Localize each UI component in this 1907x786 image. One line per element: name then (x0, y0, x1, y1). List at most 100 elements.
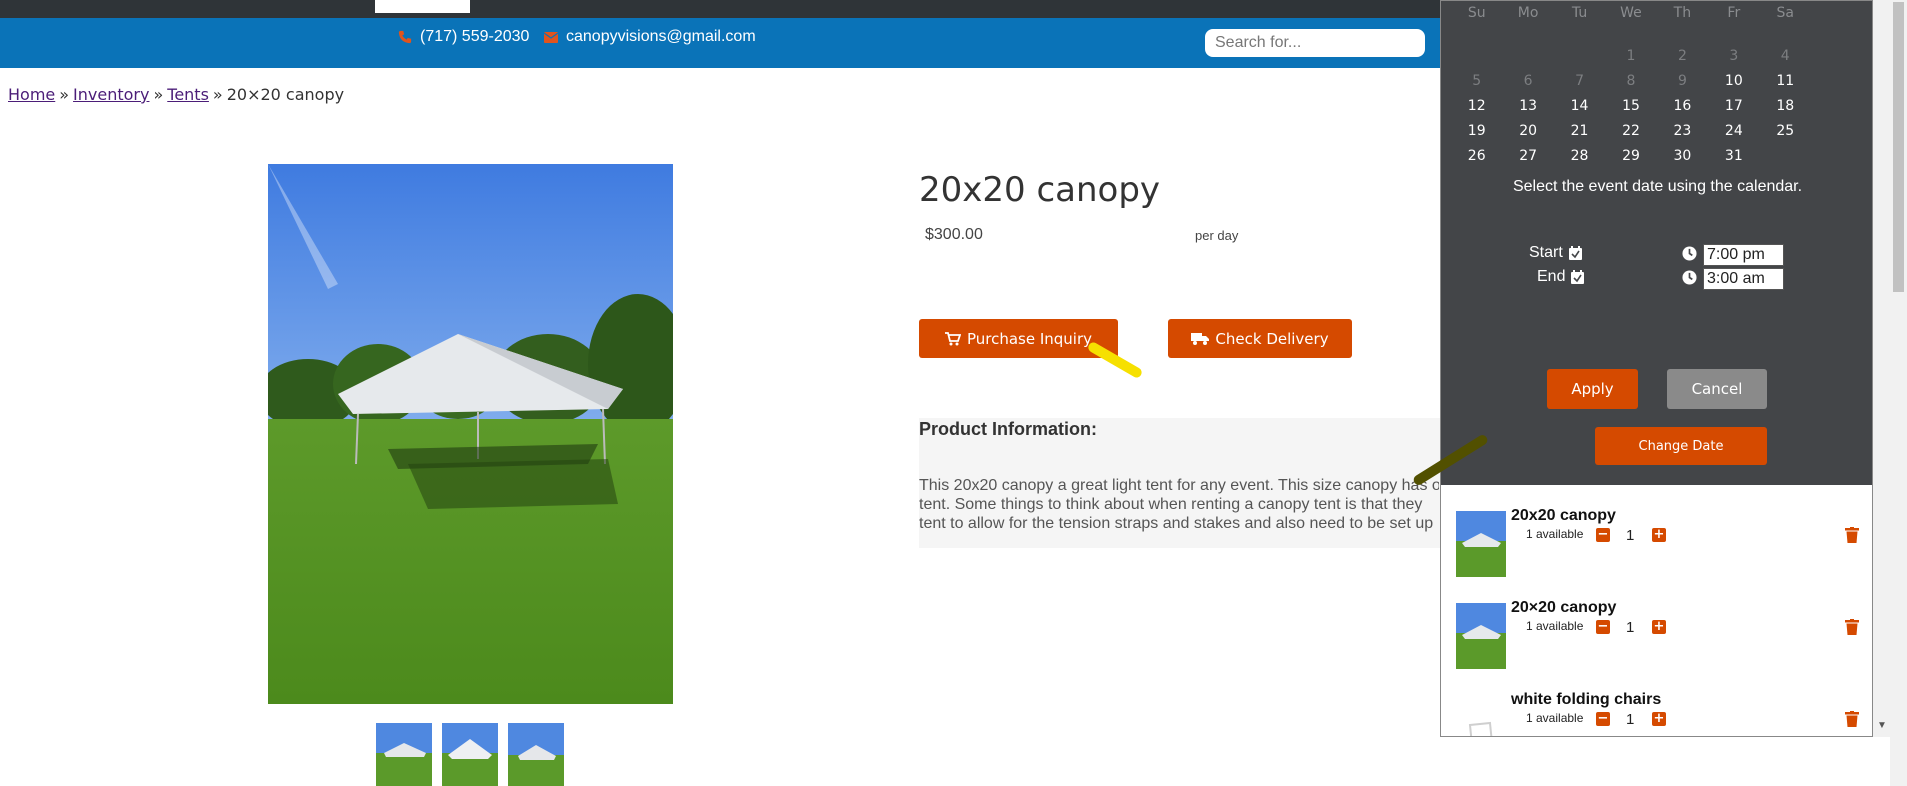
calendar-day[interactable]: 26 (1451, 148, 1502, 164)
tent-thumbnail-icon (1456, 603, 1506, 669)
product-thumbnail[interactable] (442, 723, 498, 786)
calendar-day[interactable]: 16 (1657, 98, 1708, 114)
end-label: End (1537, 268, 1585, 286)
clock-icon (1682, 246, 1697, 261)
breadcrumb-inventory[interactable]: Inventory (73, 85, 149, 104)
trash-icon[interactable] (1845, 527, 1859, 543)
calendar-day[interactable]: 28 (1554, 148, 1605, 164)
calendar-day[interactable]: 23 (1657, 123, 1708, 139)
description-line: tent. Some things to think about when re… (919, 496, 1423, 513)
price-unit: per day (1195, 228, 1239, 243)
product-title: 20x20 canopy (919, 170, 1161, 210)
start-label: Start (1529, 244, 1582, 262)
calendar-check-icon[interactable] (1568, 246, 1582, 260)
calendar-day[interactable]: 14 (1554, 98, 1605, 114)
calendar-day[interactable]: 17 (1708, 98, 1759, 114)
trash-icon[interactable] (1845, 619, 1859, 635)
email-contact[interactable]: canopyvisions@gmail.com (544, 28, 756, 46)
calendar-day: 8 (1626, 72, 1636, 89)
cart-item: white folding chairs 1 available − 1 + (1441, 669, 1872, 736)
calendar-day[interactable]: 24 (1708, 123, 1759, 139)
calendar-day: 3 (1729, 47, 1739, 64)
calendar-day[interactable]: 21 (1554, 123, 1605, 139)
calendar-day[interactable]: 31 (1708, 148, 1759, 164)
check-delivery-label: Check Delivery (1215, 329, 1329, 348)
calendar-day[interactable]: 11 (1760, 73, 1811, 89)
decrease-quantity-button[interactable]: − (1596, 712, 1610, 726)
truck-icon (1191, 333, 1210, 345)
calendar-day[interactable]: 27 (1502, 148, 1553, 164)
cart-item-name: 20×20 canopy (1511, 599, 1617, 616)
calendar-day[interactable]: 22 (1605, 123, 1656, 139)
cart-item-quantity[interactable]: 1 (1626, 527, 1634, 544)
cancel-button[interactable]: Cancel (1667, 369, 1767, 409)
breadcrumb-separator: » (212, 85, 223, 104)
cart-item-availability: 1 available (1526, 527, 1584, 541)
calendar-day[interactable]: 29 (1605, 148, 1656, 164)
search-input[interactable] (1205, 29, 1425, 57)
cart-item-name: 20x20 canopy (1511, 507, 1616, 524)
email-address: canopyvisions@gmail.com (566, 28, 756, 45)
description-line: tent to allow for the tension straps and… (919, 515, 1434, 532)
product-thumbnail[interactable] (508, 723, 564, 786)
calendar-week-row: 1 2 3 4 (1451, 43, 1811, 68)
product-thumbnail[interactable] (376, 723, 432, 786)
decrease-quantity-button[interactable]: − (1596, 620, 1610, 634)
cart-item-availability: 1 available (1526, 711, 1584, 725)
envelope-icon (544, 31, 558, 43)
breadcrumb-separator: » (59, 85, 70, 104)
purchase-inquiry-button[interactable]: Purchase Inquiry (919, 319, 1118, 358)
breadcrumb-tents[interactable]: Tents (167, 85, 209, 104)
date-picker-pane: Su Mo Tu We Th Fr Sa 1 2 3 4 5 6 7 8 9 10 11 12 13 14 15 16 17… (1441, 1, 1872, 485)
product-thumbnails (376, 723, 564, 786)
phone-number: (717) 559-2030 (420, 28, 530, 45)
calendar-day[interactable]: 15 (1605, 98, 1656, 114)
phone-icon (398, 30, 412, 44)
increase-quantity-button[interactable]: + (1652, 712, 1666, 726)
calendar-day: 1 (1626, 47, 1636, 64)
calendar-day[interactable]: 12 (1451, 98, 1502, 114)
page-scrollbar[interactable] (1890, 0, 1907, 786)
cart-item-quantity[interactable]: 1 (1626, 711, 1634, 728)
end-time-input[interactable]: 3:00 am (1703, 268, 1784, 290)
breadcrumb-home[interactable]: Home (8, 85, 55, 104)
top-nav-tab[interactable] (375, 0, 470, 13)
calendar-grid: 1 2 3 4 5 6 7 8 9 10 11 12 13 14 15 16 17 18 19 20 21 22 23 24 2… (1451, 43, 1811, 168)
calendar-day[interactable]: 20 (1502, 123, 1553, 139)
calendar-day[interactable]: 18 (1760, 98, 1811, 114)
calendar-day[interactable]: 19 (1451, 123, 1502, 139)
calendar-week-row: 26 27 28 29 30 31 (1451, 143, 1811, 168)
cart-item: 20×20 canopy 1 available − 1 + (1441, 577, 1872, 669)
page-scrollbar-thumb[interactable] (1893, 2, 1904, 292)
calendar-day[interactable]: 25 (1760, 123, 1811, 139)
calendar-day[interactable]: 30 (1657, 148, 1708, 164)
decrease-quantity-button[interactable]: − (1596, 528, 1610, 542)
calendar-weekday: Sa (1776, 4, 1794, 21)
cart-item-availability: 1 available (1526, 619, 1584, 633)
calendar-instruction: Select the event date using the calendar… (1512, 178, 1803, 195)
increase-quantity-button[interactable]: + (1652, 528, 1666, 542)
breadcrumb: Home» Inventory» Tents» 20×20 canopy (8, 85, 344, 104)
panel-scrollbar[interactable]: ▼ (1873, 0, 1890, 737)
calendar-week-row: 19 20 21 22 23 24 25 (1451, 118, 1811, 143)
apply-button[interactable]: Apply (1547, 369, 1638, 409)
start-time-input[interactable]: 7:00 pm (1703, 244, 1784, 266)
calendar-day: 7 (1575, 72, 1585, 89)
breadcrumb-separator: » (153, 85, 164, 104)
calendar-day[interactable]: 13 (1502, 98, 1553, 114)
calendar-day[interactable]: 10 (1708, 73, 1759, 89)
purchase-inquiry-label: Purchase Inquiry (966, 329, 1093, 348)
phone-contact[interactable]: (717) 559-2030 (398, 28, 529, 46)
calendar-check-icon[interactable] (1571, 270, 1585, 284)
top-strip (0, 0, 1440, 18)
change-date-button[interactable]: Change Date (1595, 427, 1767, 465)
product-main-image[interactable] (268, 164, 673, 704)
scroll-down-arrow-icon[interactable]: ▼ (1877, 720, 1887, 731)
calendar-day: 6 (1523, 72, 1533, 89)
cart-item-quantity[interactable]: 1 (1626, 619, 1634, 636)
breadcrumb-current: 20×20 canopy (226, 85, 345, 104)
cart-icon (944, 331, 961, 345)
increase-quantity-button[interactable]: + (1652, 620, 1666, 634)
trash-icon[interactable] (1845, 711, 1859, 727)
check-delivery-button[interactable]: Check Delivery (1168, 319, 1352, 358)
